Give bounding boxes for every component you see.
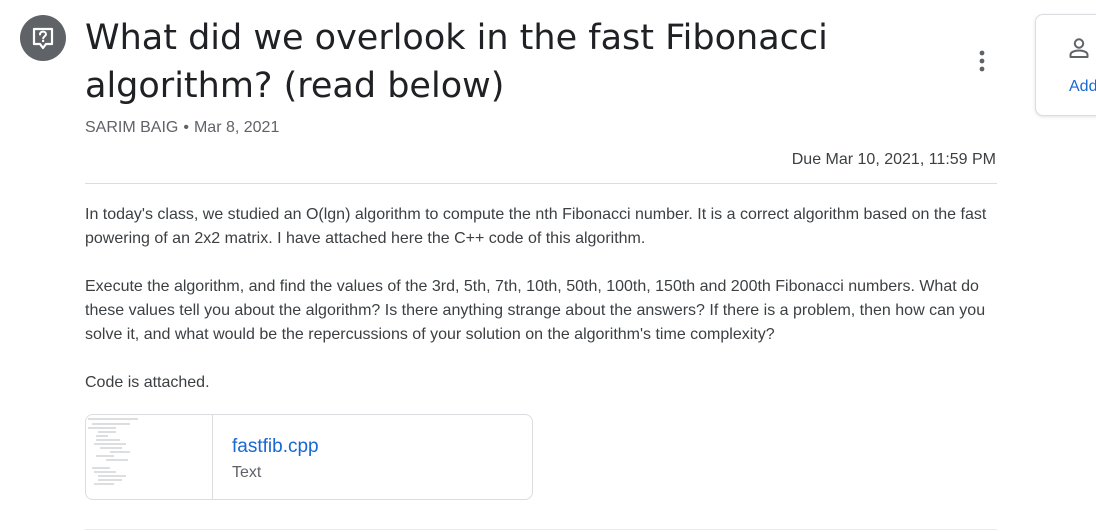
attachment-type: Text [232,464,262,481]
person-icon [1068,37,1090,64]
attachment-card[interactable]: fastfib.cpp Text [85,414,533,500]
body-paragraph: Code is attached. [85,374,210,391]
post-meta: SARIM BAIG • Mar 8, 2021 [85,118,279,138]
meta-separator: • [183,119,189,136]
header-divider [85,183,997,184]
attachment-filename[interactable]: fastfib.cpp [232,435,319,459]
post-title: What did we overlook in the fast Fibonac… [85,18,828,106]
question-icon [30,25,56,51]
attachment-thumbnail [86,415,213,499]
more-vert-icon [979,50,985,77]
more-options-button[interactable] [962,43,1002,83]
content-divider [85,529,997,530]
question-avatar [20,15,66,61]
post-date: Mar 8, 2021 [193,119,280,136]
body-paragraph: Execute the algorithm, and find the valu… [85,278,986,343]
add-button-label[interactable]: Add [1069,77,1096,97]
add-people-card[interactable]: Add [1035,14,1096,116]
due-date: Due Mar 10, 2021, 11:59 PM [791,151,996,168]
post-body: In today's class, we studied an O(lgn) a… [85,203,997,419]
author-name: SARIM BAIG [85,119,179,136]
body-paragraph: In today's class, we studied an O(lgn) a… [85,206,987,247]
